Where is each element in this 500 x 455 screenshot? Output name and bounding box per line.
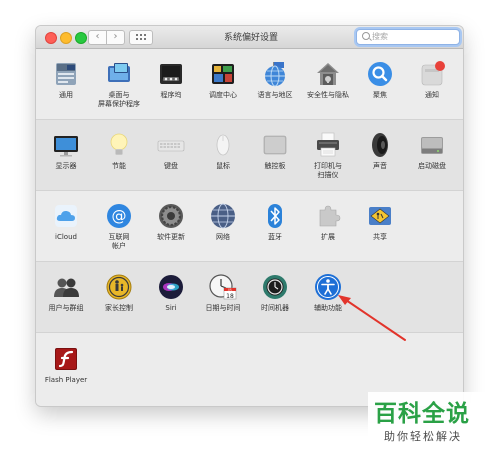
watermark: 百科全说 助你轻松解决 — [368, 392, 498, 452]
watermark-subtitle: 助你轻松解决 — [384, 430, 462, 443]
highlight-arrow — [338, 295, 406, 341]
watermark-title: 百科全说 — [374, 401, 470, 427]
